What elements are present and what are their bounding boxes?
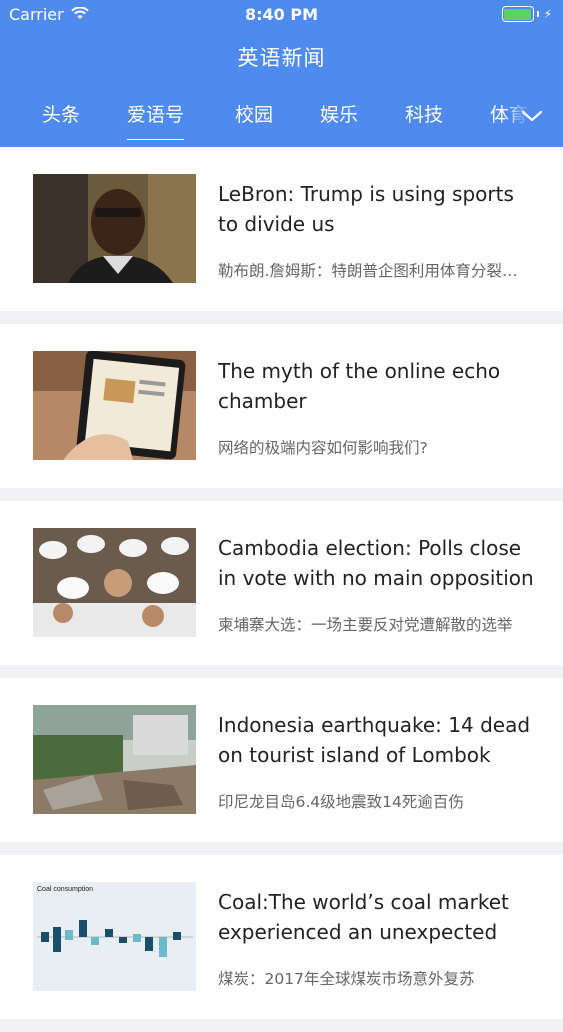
- tab-headlines[interactable]: 头条: [42, 100, 80, 127]
- news-item[interactable]: Indonesia earthquake: 14 dead on tourist…: [0, 678, 563, 842]
- news-title: Cambodia election: Polls close in vote w…: [218, 536, 534, 590]
- news-item[interactable]: The myth of the online echo chamber 网络的极…: [0, 324, 563, 488]
- tab-entertainment[interactable]: 娱乐: [320, 100, 358, 127]
- news-title: LeBron: Trump is using sports to divide …: [218, 182, 514, 236]
- news-thumbnail: [33, 528, 196, 637]
- tab-technology[interactable]: 科技: [405, 100, 443, 127]
- status-bar: Carrier 8:40 PM ⚡: [0, 0, 563, 30]
- news-list: LeBron: Trump is using sports to divide …: [0, 147, 563, 1032]
- news-thumbnail: Coal consumption: [33, 882, 196, 991]
- news-subtitle: 煤炭：2017年全球煤炭市场意外复苏: [218, 970, 475, 988]
- thumbnail-caption: Coal consumption: [37, 886, 93, 893]
- news-thumbnail: [33, 174, 196, 283]
- news-item[interactable]: Coal consumption Coal:The world’s coal m…: [0, 855, 563, 1019]
- news-subtitle: 网络的极端内容如何影响我们?: [218, 439, 428, 457]
- category-tabs: 头条 爱语号 校园 娱乐 科技 体育: [0, 100, 563, 140]
- battery-icon: ⚡: [501, 6, 552, 22]
- app-header: Carrier 8:40 PM ⚡ 英语新闻 头条 爱语号 校园 娱乐 科技 体…: [0, 0, 563, 147]
- tab-aiyuhao[interactable]: 爱语号: [127, 100, 185, 140]
- news-title: Indonesia earthquake: 14 dead on tourist…: [218, 713, 531, 767]
- news-item[interactable]: Cambodia election: Polls close in vote w…: [0, 501, 563, 665]
- news-item[interactable]: LeBron: Trump is using sports to divide …: [0, 147, 563, 311]
- news-title: The myth of the online echo chamber: [218, 359, 501, 413]
- news-thumbnail: [33, 705, 196, 814]
- page-title: 英语新闻: [237, 46, 326, 70]
- clock: 8:40 PM: [244, 5, 318, 24]
- tab-campus[interactable]: 校园: [235, 100, 273, 127]
- news-subtitle: 印尼龙目岛6.4级地震致14死逾百伤: [218, 793, 464, 811]
- news-subtitle: 柬埔寨大选：一场主要反对党遭解散的选举: [218, 616, 513, 634]
- news-subtitle: 勒布朗.詹姆斯：特朗普企图利用体育分裂美国: [218, 262, 528, 280]
- news-thumbnail: [33, 351, 196, 460]
- chevron-down-icon[interactable]: [521, 108, 543, 127]
- charging-icon: ⚡: [543, 7, 552, 21]
- news-title: Coal:The world’s coal market experienced…: [218, 890, 509, 944]
